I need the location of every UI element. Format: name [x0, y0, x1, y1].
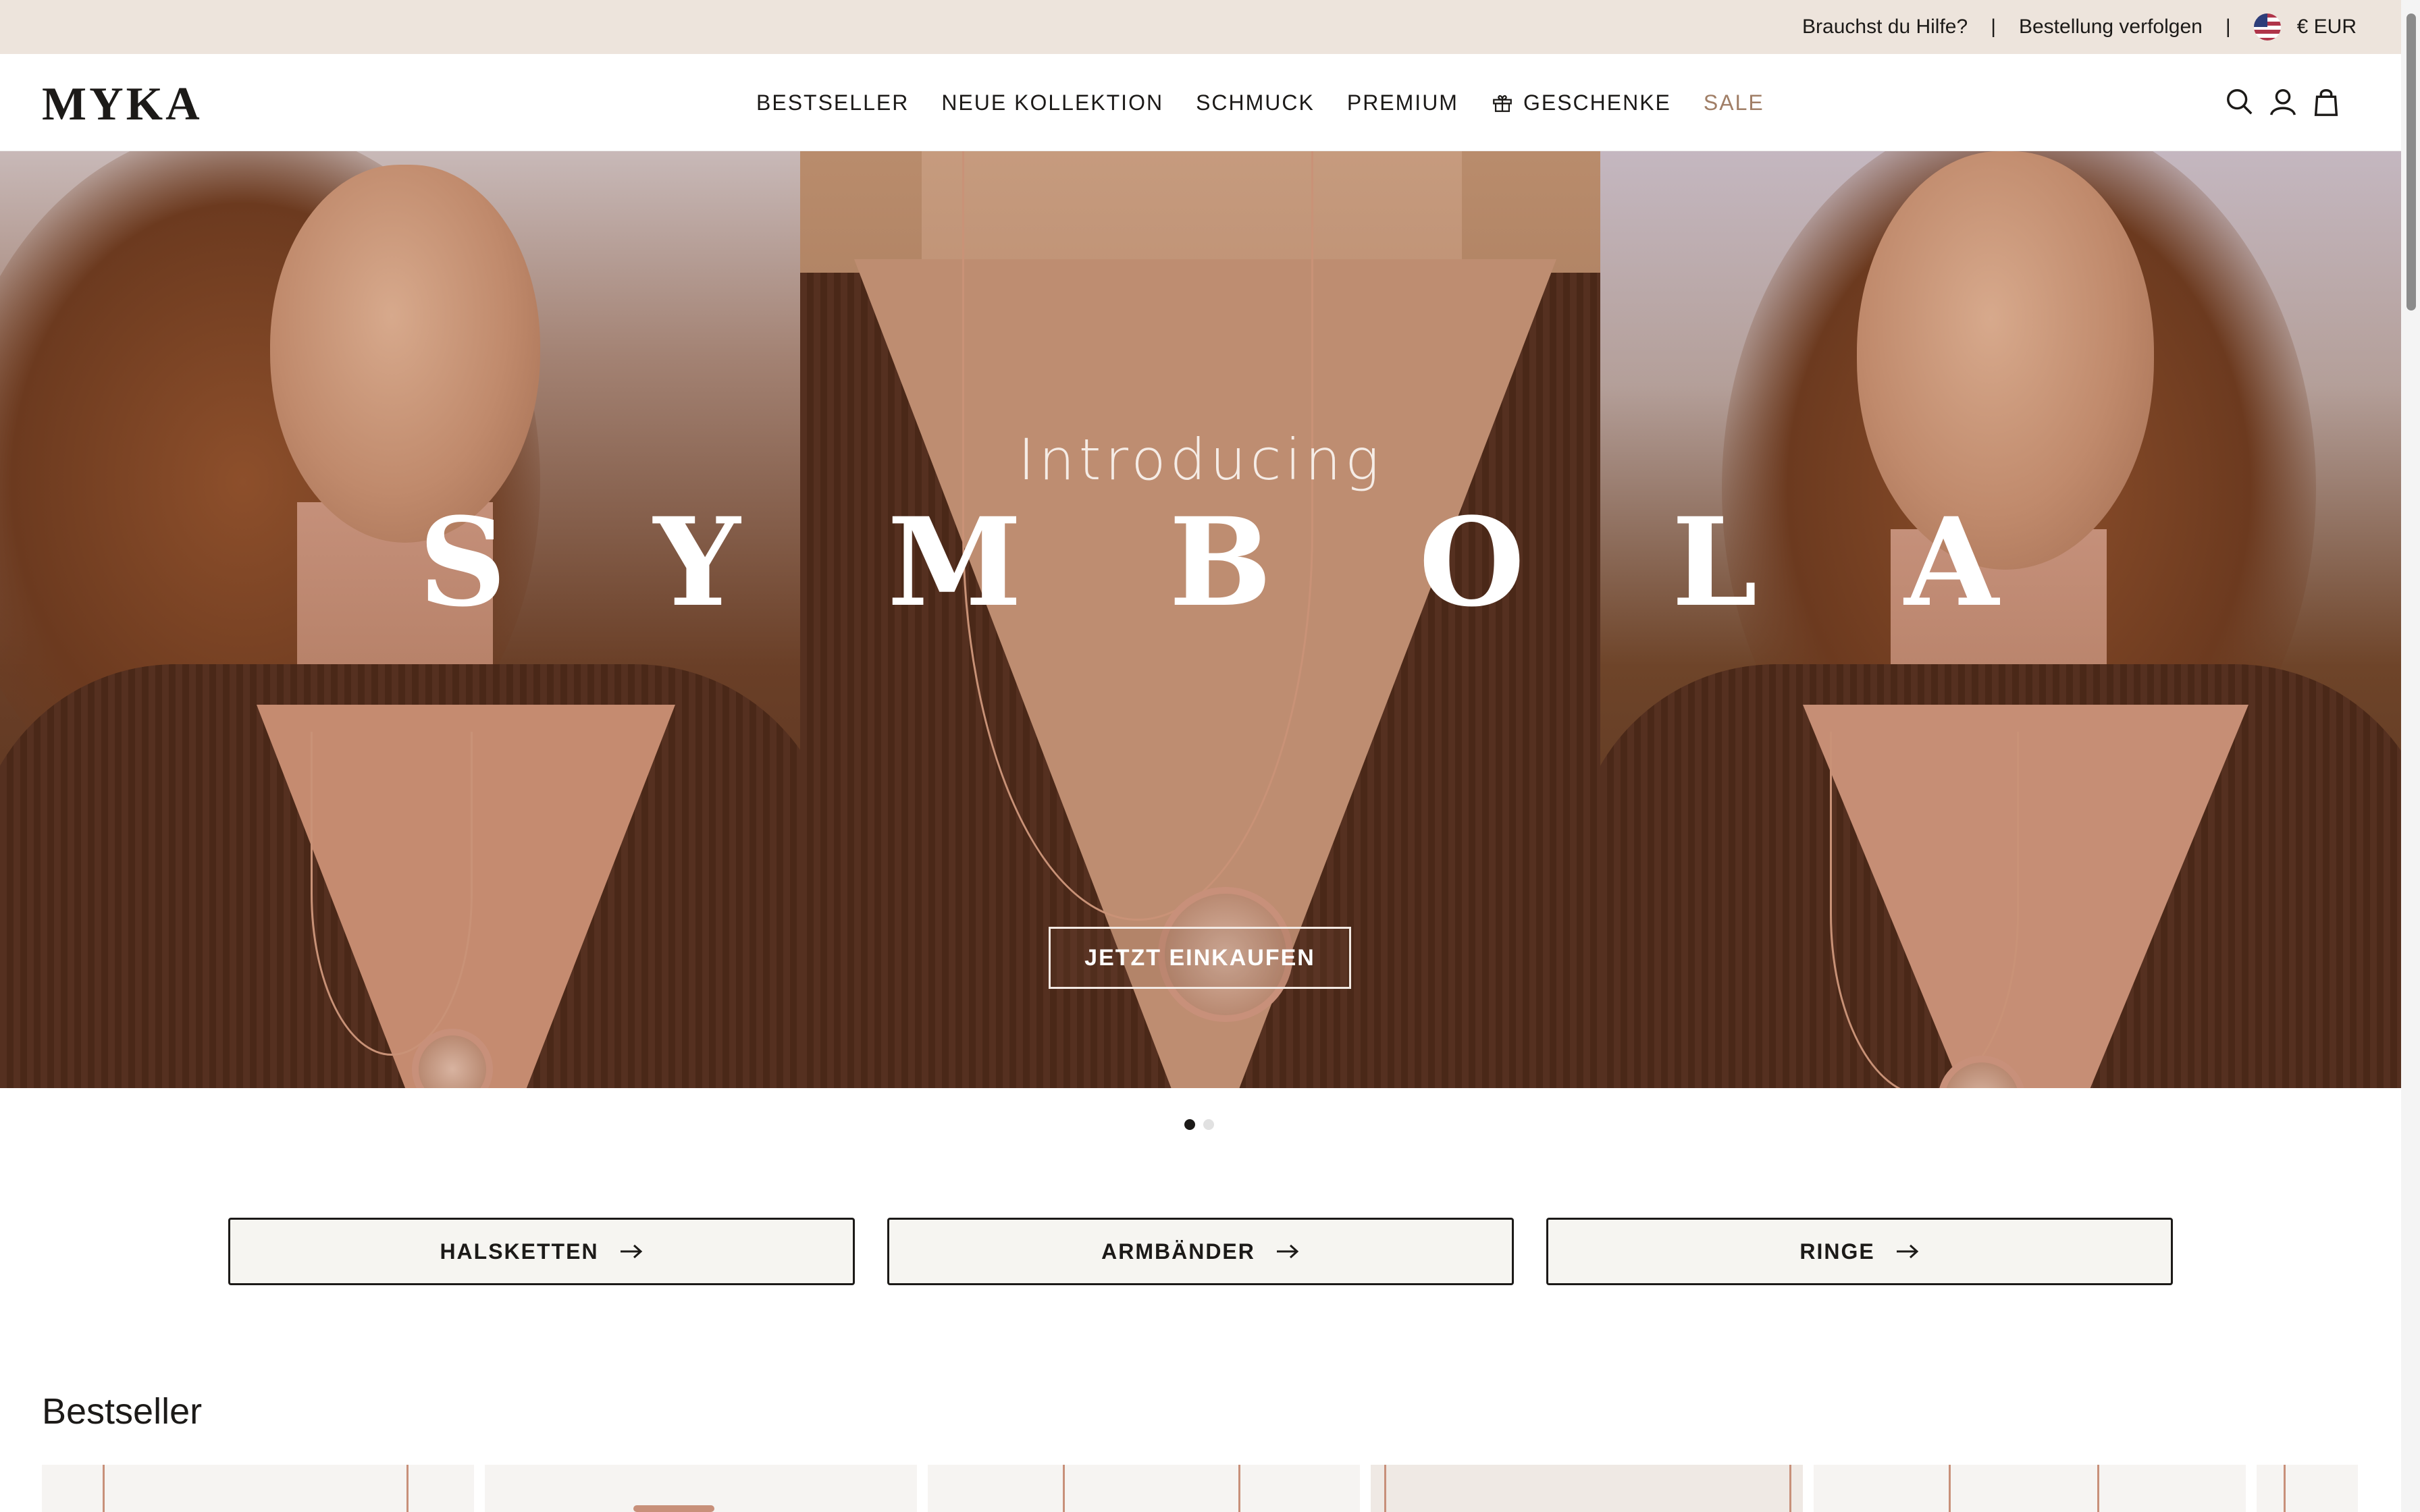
hero-headline: S Y M B O L A — [419, 495, 1999, 630]
page-scrollbar[interactable] — [2401, 0, 2420, 1512]
product-card[interactable] — [1814, 1465, 2246, 1512]
nav-label: SALE — [1703, 90, 1764, 115]
currency-selector[interactable]: € EUR — [2297, 16, 2357, 38]
track-order-link[interactable]: Bestellung verfolgen — [2019, 16, 2203, 38]
product-card[interactable] — [485, 1465, 917, 1512]
product-card[interactable] — [928, 1465, 1360, 1512]
product-carousel — [42, 1465, 2358, 1512]
hero-intro-text: Introducing — [1018, 427, 1384, 493]
headline-letter: A — [1904, 491, 1999, 634]
nav-neue-kollektion[interactable]: NEUE KOLLEKTION — [941, 90, 1163, 115]
category-button-ringe[interactable]: RINGE — [1546, 1218, 2173, 1285]
nav-label: PREMIUM — [1346, 90, 1458, 115]
category-button-armbaender[interactable]: ARMBÄNDER — [887, 1218, 1514, 1285]
arrow-right-icon — [1276, 1244, 1299, 1259]
nav-label: SCHMUCK — [1196, 90, 1315, 115]
section-title-bestseller: Bestseller — [42, 1391, 203, 1432]
logo[interactable]: MYKA — [42, 81, 203, 128]
carousel-dot-2[interactable] — [1203, 1119, 1214, 1130]
main-nav: BESTSELLER NEUE KOLLEKTION SCHMUCK PREMI… — [756, 54, 1764, 151]
announcement-bar: Brauchst du Hilfe? | Bestellung verfolge… — [0, 0, 2401, 54]
category-button-halsketten[interactable]: HALSKETTEN — [228, 1218, 855, 1285]
nav-label: GESCHENKE — [1523, 90, 1671, 115]
arrow-right-icon — [1896, 1244, 1918, 1259]
carousel-pagination — [1184, 1119, 1222, 1130]
account-icon[interactable] — [2267, 86, 2298, 117]
nav-schmuck[interactable]: SCHMUCK — [1196, 90, 1315, 115]
hero-carousel[interactable]: Introducing S Y M B O L A JETZT EINKAUFE… — [0, 151, 2401, 1088]
category-links: HALSKETTEN ARMBÄNDER RINGE — [228, 1218, 2173, 1285]
carousel-dot-1[interactable] — [1184, 1119, 1195, 1130]
cart-icon[interactable] — [2311, 86, 2342, 117]
headline-letter: O — [1419, 491, 1525, 634]
nav-bestseller[interactable]: BESTSELLER — [756, 90, 909, 115]
product-card[interactable] — [2257, 1465, 2358, 1512]
nav-label: NEUE KOLLEKTION — [941, 90, 1164, 115]
category-label: RINGE — [1799, 1239, 1875, 1264]
headline-letter: S — [419, 491, 506, 634]
nav-label: BESTSELLER — [756, 90, 910, 115]
separator: | — [2225, 16, 2231, 38]
headline-letter: Y — [653, 491, 741, 634]
headline-letter: M — [887, 491, 1022, 634]
shop-now-button[interactable]: JETZT EINKAUFEN — [1049, 927, 1351, 989]
us-flag-icon[interactable] — [2253, 14, 2281, 40]
help-link[interactable]: Brauchst du Hilfe? — [1802, 16, 1968, 38]
nav-premium[interactable]: PREMIUM — [1347, 90, 1458, 115]
category-label: HALSKETTEN — [440, 1239, 599, 1264]
search-icon[interactable] — [2224, 86, 2255, 117]
headline-letter: B — [1169, 491, 1272, 634]
nav-geschenke[interactable]: GESCHENKE — [1491, 90, 1671, 115]
separator: | — [1991, 16, 1996, 38]
site-header: MYKA BESTSELLER NEUE KOLLEKTION SCHMUCK … — [0, 54, 2401, 151]
product-card[interactable] — [42, 1465, 474, 1512]
product-card[interactable] — [1371, 1465, 1803, 1512]
headline-letter: L — [1671, 491, 1758, 634]
category-label: ARMBÄNDER — [1101, 1239, 1255, 1264]
header-actions — [2212, 86, 2342, 117]
arrow-right-icon — [620, 1244, 642, 1259]
gift-icon — [1493, 94, 1512, 112]
scrollbar-thumb[interactable] — [2406, 14, 2416, 310]
nav-sale[interactable]: SALE — [1704, 90, 1764, 115]
